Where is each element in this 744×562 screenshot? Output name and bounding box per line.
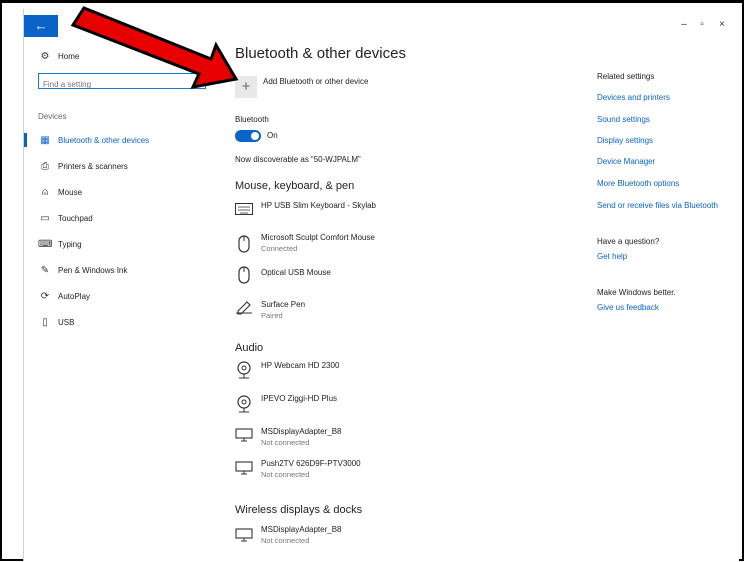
back-button[interactable]: ← <box>24 15 58 37</box>
section-title-wireless: Wireless displays & docks <box>235 504 363 516</box>
nav-item-touchpad[interactable]: ▭ Touchpad <box>38 209 93 227</box>
nav-item-pen[interactable]: ✎ Pen & Windows Ink <box>38 261 128 279</box>
section-title-audio: Audio <box>235 342 264 354</box>
device-name[interactable]: IPEVO Ziggi-HD Plus <box>261 394 337 403</box>
nav-item-label: Bluetooth & other devices <box>58 135 150 145</box>
nav-item-autoplay[interactable]: ⟳ AutoPlay <box>38 287 90 305</box>
add-device-label[interactable]: Add Bluetooth or other device <box>263 77 368 86</box>
restore-icon: ▫ <box>700 19 704 30</box>
bluetooth-state: On <box>267 131 278 140</box>
monitor-icon <box>235 427 253 443</box>
usb-icon: ▯ <box>42 316 48 328</box>
device-name[interactable]: Microsoft Sculpt Comfort Mouse <box>261 233 375 242</box>
monitor-icon <box>235 460 253 476</box>
device-name[interactable]: MSDisplayAdapter_B8 <box>261 525 341 534</box>
link-give-feedback[interactable]: Give us feedback <box>597 303 659 312</box>
bluetooth-devices-icon: ▦ <box>40 134 50 146</box>
webcam-icon <box>235 361 253 379</box>
link-get-help[interactable]: Get help <box>597 252 627 261</box>
nav-item-printers[interactable]: ⎙ Printers & scanners <box>38 157 128 175</box>
nav-item-label: Pen & Windows Ink <box>58 265 128 275</box>
monitor-icon <box>235 527 253 543</box>
link-device-manager[interactable]: Device Manager <box>597 157 655 166</box>
minimize-icon: – <box>681 19 687 30</box>
add-device-button[interactable]: + <box>235 76 257 98</box>
question-heading: Have a question? <box>597 237 660 246</box>
device-status: Not connected <box>261 536 310 545</box>
mouse-icon: ⍝ <box>42 186 48 198</box>
device-name[interactable]: Surface Pen <box>261 300 305 309</box>
nav-item-label: USB <box>58 317 75 327</box>
device-status: Paired <box>261 311 283 320</box>
device-name[interactable]: MSDisplayAdapter_B8 <box>261 427 341 436</box>
toggle-knob <box>251 132 259 140</box>
nav-item-mouse[interactable]: ⍝ Mouse <box>38 183 82 201</box>
nav-item-label: Touchpad <box>58 213 93 223</box>
device-name[interactable]: Optical USB Mouse <box>261 268 331 277</box>
keyboard-icon <box>235 201 253 217</box>
nav-home[interactable]: ⚙ Home <box>38 47 80 65</box>
device-status: Not connected <box>261 470 310 479</box>
device-status: Connected <box>261 244 298 253</box>
nav-item-bluetooth[interactable]: ▦ Bluetooth & other devices <box>38 131 149 149</box>
pen-icon: ✎ <box>40 264 50 276</box>
back-arrow-icon: ← <box>34 18 48 33</box>
search-icon: ⚲ <box>194 75 201 85</box>
related-settings-heading: Related settings <box>597 72 655 81</box>
section-title-mouse: Mouse, keyboard, & pen <box>235 180 355 192</box>
close-button[interactable]: × <box>713 19 731 30</box>
device-name[interactable]: HP Webcam HD 2300 <box>261 361 339 370</box>
settings-window: ← – ▫ × ⚙ Home ⚲ Devices ▦ Bluetooth & o… <box>23 9 739 562</box>
mouse-icon <box>235 234 253 254</box>
nav-item-label: Mouse <box>58 187 83 197</box>
device-name[interactable]: HP USB Slim Keyboard - Skylab <box>261 201 376 210</box>
discoverable-text: Now discoverable as “50-WJPALM” <box>235 155 361 164</box>
nav-item-usb[interactable]: ▯ USB <box>38 313 74 331</box>
search-input[interactable] <box>43 78 171 91</box>
nav-item-label: Printers & scanners <box>58 161 128 171</box>
autoplay-icon: ⟳ <box>40 290 50 302</box>
search-box[interactable]: ⚲ <box>38 73 206 91</box>
touchpad-icon: ▭ <box>40 212 50 224</box>
plus-icon: + <box>241 78 251 95</box>
page-title: Bluetooth & other devices <box>235 45 406 62</box>
link-devices-printers[interactable]: Devices and printers <box>597 93 670 102</box>
device-name[interactable]: Push2TV 626D9F-PTV3000 <box>261 459 361 468</box>
nav-home-label: Home <box>58 51 80 61</box>
link-sound-settings[interactable]: Sound settings <box>597 115 650 124</box>
nav-item-label: AutoPlay <box>58 291 91 301</box>
pen-icon <box>235 299 253 315</box>
bluetooth-toggle[interactable] <box>235 130 261 142</box>
device-status: Not connected <box>261 438 310 447</box>
nav-item-label: Typing <box>58 239 82 249</box>
webcam-icon <box>235 395 253 413</box>
nav-section-label: Devices <box>38 112 67 121</box>
link-send-receive-bluetooth[interactable]: Send or receive files via Bluetooth <box>597 201 718 210</box>
nav-item-typing[interactable]: ⌨ Typing <box>38 235 82 253</box>
printer-icon: ⎙ <box>41 160 49 172</box>
feedback-heading: Make Windows better. <box>597 288 676 297</box>
link-more-bluetooth[interactable]: More Bluetooth options <box>597 179 679 188</box>
close-icon: × <box>719 19 725 30</box>
mouse-icon <box>235 265 253 285</box>
nav-active-indicator <box>24 133 27 147</box>
gear-icon: ⚙ <box>40 50 50 62</box>
restore-button[interactable]: ▫ <box>693 19 711 30</box>
minimize-button[interactable]: – <box>675 19 693 30</box>
keyboard-icon: ⌨ <box>38 238 53 250</box>
link-display-settings[interactable]: Display settings <box>597 136 653 145</box>
screenshot-frame: ← – ▫ × ⚙ Home ⚲ Devices ▦ Bluetooth & o… <box>0 0 744 562</box>
bluetooth-label: Bluetooth <box>235 115 269 124</box>
